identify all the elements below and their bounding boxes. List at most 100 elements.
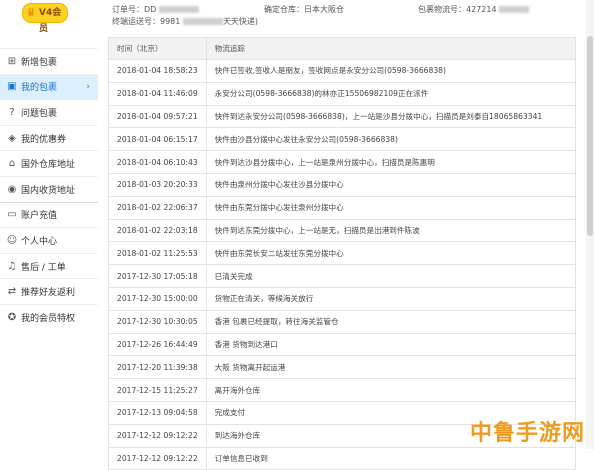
tracking-cell: 快件到达沙县分拨中心，上一站是泉州分拨中心，扫描员是陈惠明 bbox=[205, 150, 577, 174]
sidebar-item-label: 国外仓库地址 bbox=[21, 160, 76, 171]
sidebar-item[interactable]: ⌂ 国外仓库地址 bbox=[0, 150, 98, 176]
sidebar-item-label: 我的会员特权 bbox=[21, 313, 76, 324]
sidebar-item[interactable]: ⇄ 推荐好友返利 bbox=[0, 278, 98, 304]
sidebar-item-label: 我的优惠券 bbox=[21, 134, 67, 145]
plus-icon: ⊞ bbox=[7, 55, 17, 67]
coupon-icon: ◈ bbox=[8, 132, 16, 144]
table-row: 2018-01-04 18:58:23 快件已签收,签收人是朋友，签收网点是永安分… bbox=[108, 59, 577, 83]
warehouse-icon: ⌂ bbox=[8, 158, 16, 170]
sidebar-item-label: 推荐好友返利 bbox=[21, 288, 76, 299]
time-cell: 2018-01-04 11:46:09 bbox=[108, 81, 207, 106]
sidebar-item[interactable]: ☺ 个人中心 bbox=[0, 227, 98, 253]
table-header-row: 时间（北京） 物流追踪 bbox=[108, 37, 577, 60]
tracking-cell: 永安分公司(0598-3666838)的林亦正15506982109正在派件 bbox=[205, 81, 577, 106]
share-icon: ⇄ bbox=[7, 286, 17, 298]
table-row: 2017-12-30 15:00:00 货物正在清关，等候海关放行 bbox=[108, 286, 577, 311]
tracking-cell: 大阪 货物离开起运港 bbox=[205, 355, 577, 380]
crown-icon: ♛ bbox=[26, 6, 36, 19]
question-icon: ? bbox=[9, 106, 15, 118]
chevron-right-icon: › bbox=[86, 81, 90, 92]
time-cell: 2018-01-02 11:25:53 bbox=[108, 241, 207, 266]
user-icon: ☺ bbox=[6, 234, 18, 246]
time-cell: 2017-12-30 15:00:00 bbox=[108, 286, 207, 311]
final-tracking: 终端运送号：9981 天天快递) bbox=[112, 17, 259, 26]
sidebar-item[interactable]: ▭ 账户充值 bbox=[0, 201, 98, 228]
redacted-mark bbox=[158, 6, 199, 13]
sidebar-item[interactable]: ♫ 售后 / 工单 bbox=[0, 252, 98, 279]
table-row: 2017-12-30 10:30:05 香港 包裹已经提取，转往海关监管仓 bbox=[108, 309, 577, 334]
table-row: 2018-01-04 06:15:17 快件由沙县分拨中心发往永安分公司(0598… bbox=[108, 127, 577, 152]
time-header: 时间（北京） bbox=[108, 37, 207, 60]
sidebar-item[interactable]: ◉ 国内收货地址 bbox=[0, 175, 98, 202]
scrollbar[interactable] bbox=[586, 0, 594, 449]
time-cell: 2018-01-02 22:03:18 bbox=[108, 218, 207, 243]
sidebar-item-label: 个人中心 bbox=[21, 236, 58, 247]
vip-badge: ♛ V4会员 bbox=[22, 3, 68, 34]
sidebar-item[interactable]: ◈ 我的优惠券 bbox=[0, 124, 98, 151]
time-cell: 2017-12-12 09:12:22 bbox=[108, 446, 207, 470]
sidebar: ♛ V4会员 ⊞ 新增包裹 ▣ 我的包裹 ›? 问题包裹 ◈ 我的优惠券 ⌂ 国外仓库地址 ◉ 国内收… bbox=[0, 0, 98, 449]
sidebar-item-label: 新增包裹 bbox=[21, 57, 58, 68]
table-row: 2018-01-02 22:03:18 快件到达东莞分拨中心，上一站是无，扫描员是… bbox=[108, 218, 577, 243]
table-row: 2017-12-15 11:25:27 离开海外仓库 bbox=[108, 378, 577, 402]
tracking-cell: 香港 包裹已经提取，转往海关监管仓 bbox=[205, 309, 577, 334]
tracking-cell: 香港 货物到达港口 bbox=[205, 332, 577, 357]
tracking-cell: 已清关完成 bbox=[205, 264, 577, 288]
redacted-mark bbox=[499, 6, 530, 13]
sidebar-item[interactable]: ? 问题包裹 bbox=[0, 99, 98, 125]
table-row: 2018-01-04 06:10:43 快件到达沙县分拨中心，上一站是泉州分拨中心… bbox=[108, 150, 577, 174]
redacted-mark bbox=[182, 18, 223, 25]
time-cell: 2017-12-30 17:05:18 bbox=[108, 264, 207, 288]
tracking-cell: 快件由泉州分拨中心发往沙县分拨中心 bbox=[205, 172, 577, 197]
table-row: 2018-01-02 11:25:53 快件由东莞长安二站发往东莞分拨中心 bbox=[108, 241, 577, 266]
time-cell: 2017-12-30 10:30:05 bbox=[108, 309, 207, 334]
tracking-cell: 快件由东莞长安二站发往东莞分拨中心 bbox=[205, 241, 577, 266]
time-cell: 2017-12-12 09:12:22 bbox=[108, 423, 207, 448]
sidebar-item-label: 售后 / 工单 bbox=[21, 262, 66, 273]
table-row: 2017-12-26 16:44:49 香港 货物到达港口 bbox=[108, 332, 577, 357]
table-row: 2018-01-02 22:06:37 快件由东莞分拨中心发往泉州分拨中心 bbox=[108, 195, 577, 220]
sidebar-item[interactable]: ✪ 我的会员特权 bbox=[0, 303, 98, 330]
vip-area: ♛ V4会员 bbox=[0, 0, 98, 44]
badge-icon: ✪ bbox=[7, 311, 17, 323]
time-cell: 2018-01-02 22:06:37 bbox=[108, 195, 207, 220]
package-icon: ▣ bbox=[7, 81, 17, 93]
time-cell: 2018-01-04 09:57:21 bbox=[108, 104, 207, 129]
table-row: 2017-12-12 09:12:22 订单信息已收到 bbox=[108, 446, 577, 470]
sidebar-item-label: 国内收货地址 bbox=[21, 185, 76, 196]
tracking-header: 物流追踪 bbox=[205, 37, 577, 60]
table-row: 2018-01-03 20:20:33 快件由泉州分拨中心发往沙县分拨中心 bbox=[108, 172, 577, 197]
time-cell: 2018-01-04 06:10:43 bbox=[108, 150, 207, 174]
wallet-icon: ▭ bbox=[7, 209, 17, 221]
sidebar-item-label: 账户充值 bbox=[21, 211, 58, 222]
tracking-cell: 快件到达东莞分拨中心，上一站是无，扫描员是出港到件陈波 bbox=[205, 218, 577, 243]
tracking-table: 时间（北京） 物流追踪 2018-01-04 18:58:23 快件已签收,签收人… bbox=[108, 37, 577, 470]
sidebar-item-label: 问题包裹 bbox=[21, 108, 58, 119]
time-cell: 2018-01-04 18:58:23 bbox=[108, 59, 207, 83]
sidebar-nav: ⊞ 新增包裹 ▣ 我的包裹 ›? 问题包裹 ◈ 我的优惠券 ⌂ 国外仓库地址 ◉ 国内收货地址 ▭ 账户充… bbox=[0, 48, 98, 330]
vip-level: V4会员 bbox=[39, 8, 62, 34]
tracking-cell: 订单信息已收到 bbox=[205, 446, 577, 470]
time-cell: 2017-12-20 11:39:38 bbox=[108, 355, 207, 380]
location-icon: ◉ bbox=[7, 183, 17, 195]
table-row: 2018-01-04 09:57:21 快件到达永安分公司(0598-366683… bbox=[108, 104, 577, 129]
table-row: 2017-12-30 17:05:18 已清关完成 bbox=[108, 264, 577, 288]
tracking-cell: 快件已签收,签收人是朋友，签收网点是永安分公司(0598-3666838) bbox=[205, 59, 577, 83]
tracking-cell: 快件由沙县分拨中心发往永安分公司(0598-3666838) bbox=[205, 127, 577, 152]
table-row: 2018-01-04 11:46:09 永安分公司(0598-3666838)的林… bbox=[108, 81, 577, 106]
tracking-cell: 离开海外仓库 bbox=[205, 378, 577, 402]
sidebar-item[interactable]: ⊞ 新增包裹 bbox=[0, 48, 98, 74]
time-cell: 2018-01-04 06:15:17 bbox=[108, 127, 207, 152]
tracking-info: 包裹物流号：427214 bbox=[418, 4, 530, 15]
tracking-cell: 快件由东莞分拨中心发往泉州分拨中心 bbox=[205, 195, 577, 220]
time-cell: 2017-12-15 11:25:27 bbox=[108, 378, 207, 402]
scrollbar-thumb[interactable] bbox=[587, 36, 593, 236]
order-number: 订单号：DD bbox=[112, 4, 199, 15]
sidebar-item-label: 我的包裹 bbox=[21, 83, 58, 94]
time-cell: 2017-12-13 09:04:58 bbox=[108, 400, 207, 425]
sidebar-item[interactable]: ▣ 我的包裹 › bbox=[0, 73, 98, 100]
site-watermark: 中鲁手游网 bbox=[470, 421, 586, 446]
warehouse-info: 确定仓库：日本大阪仓 bbox=[264, 5, 344, 14]
tracking-cell: 货物正在清关，等候海关放行 bbox=[205, 286, 577, 311]
headset-icon: ♫ bbox=[7, 260, 17, 272]
